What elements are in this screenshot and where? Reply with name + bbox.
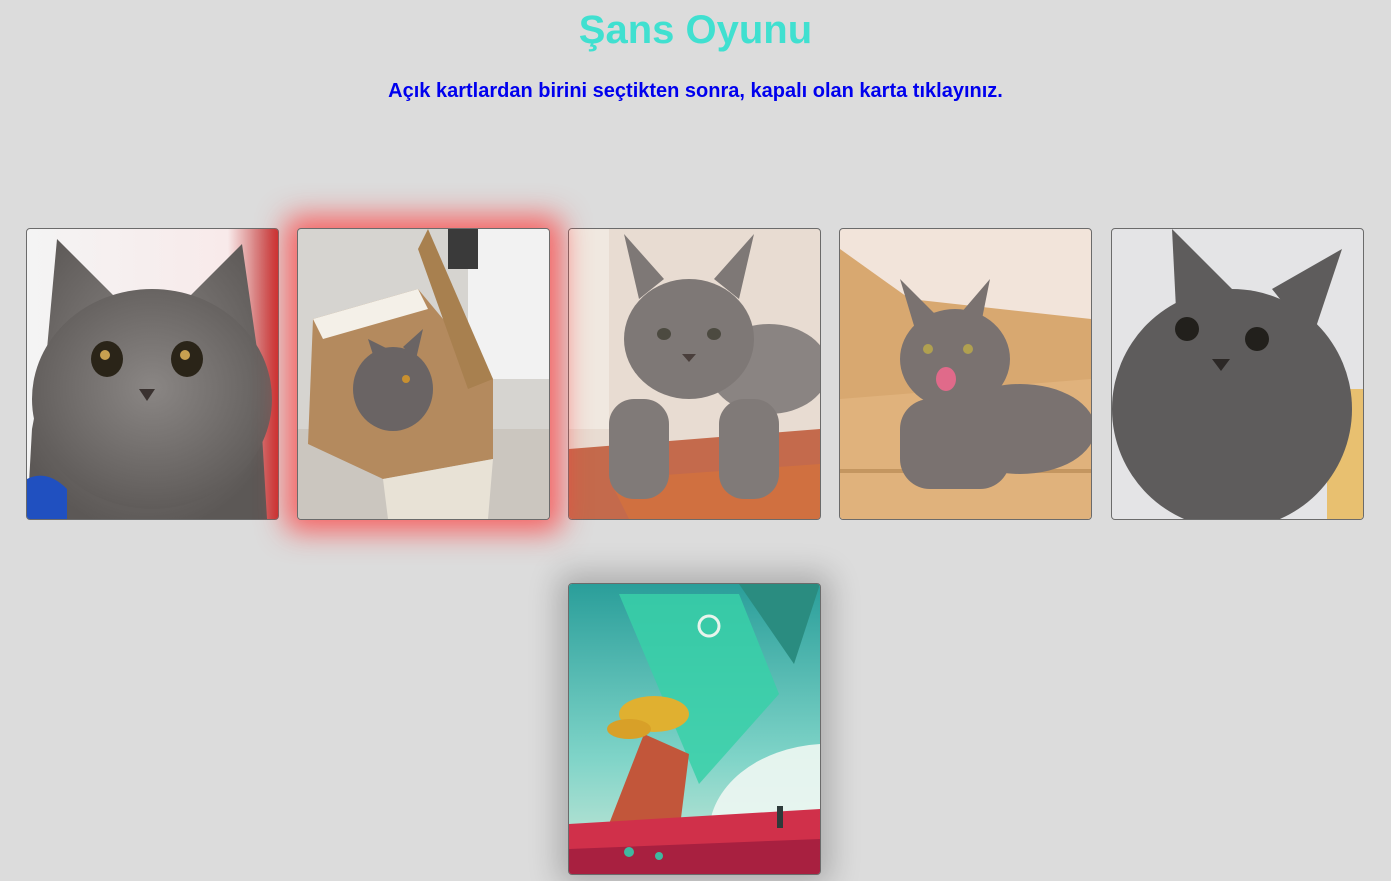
page-title: Şans Oyunu bbox=[578, 8, 813, 52]
open-card-5[interactable] bbox=[1111, 228, 1364, 520]
cat-photo-1 bbox=[27, 229, 278, 519]
cat-photo-3 bbox=[569, 229, 820, 519]
page: Şans Oyunu Açık kartlardan birini seçtik… bbox=[0, 0, 1391, 881]
cat-photo-2 bbox=[298, 229, 549, 519]
cat-photo-5 bbox=[1112, 229, 1363, 519]
open-card-3[interactable] bbox=[568, 228, 821, 520]
open-card-1[interactable] bbox=[26, 228, 279, 520]
open-card-4[interactable] bbox=[839, 228, 1092, 520]
cat-photo-4 bbox=[840, 229, 1091, 519]
closed-card-back-art bbox=[569, 584, 820, 874]
closed-card[interactable] bbox=[568, 583, 821, 875]
instruction-text: Açık kartlardan birini seçtikten sonra, … bbox=[388, 80, 1003, 102]
open-card-2[interactable] bbox=[297, 228, 550, 520]
open-cards-row bbox=[0, 228, 1391, 520]
